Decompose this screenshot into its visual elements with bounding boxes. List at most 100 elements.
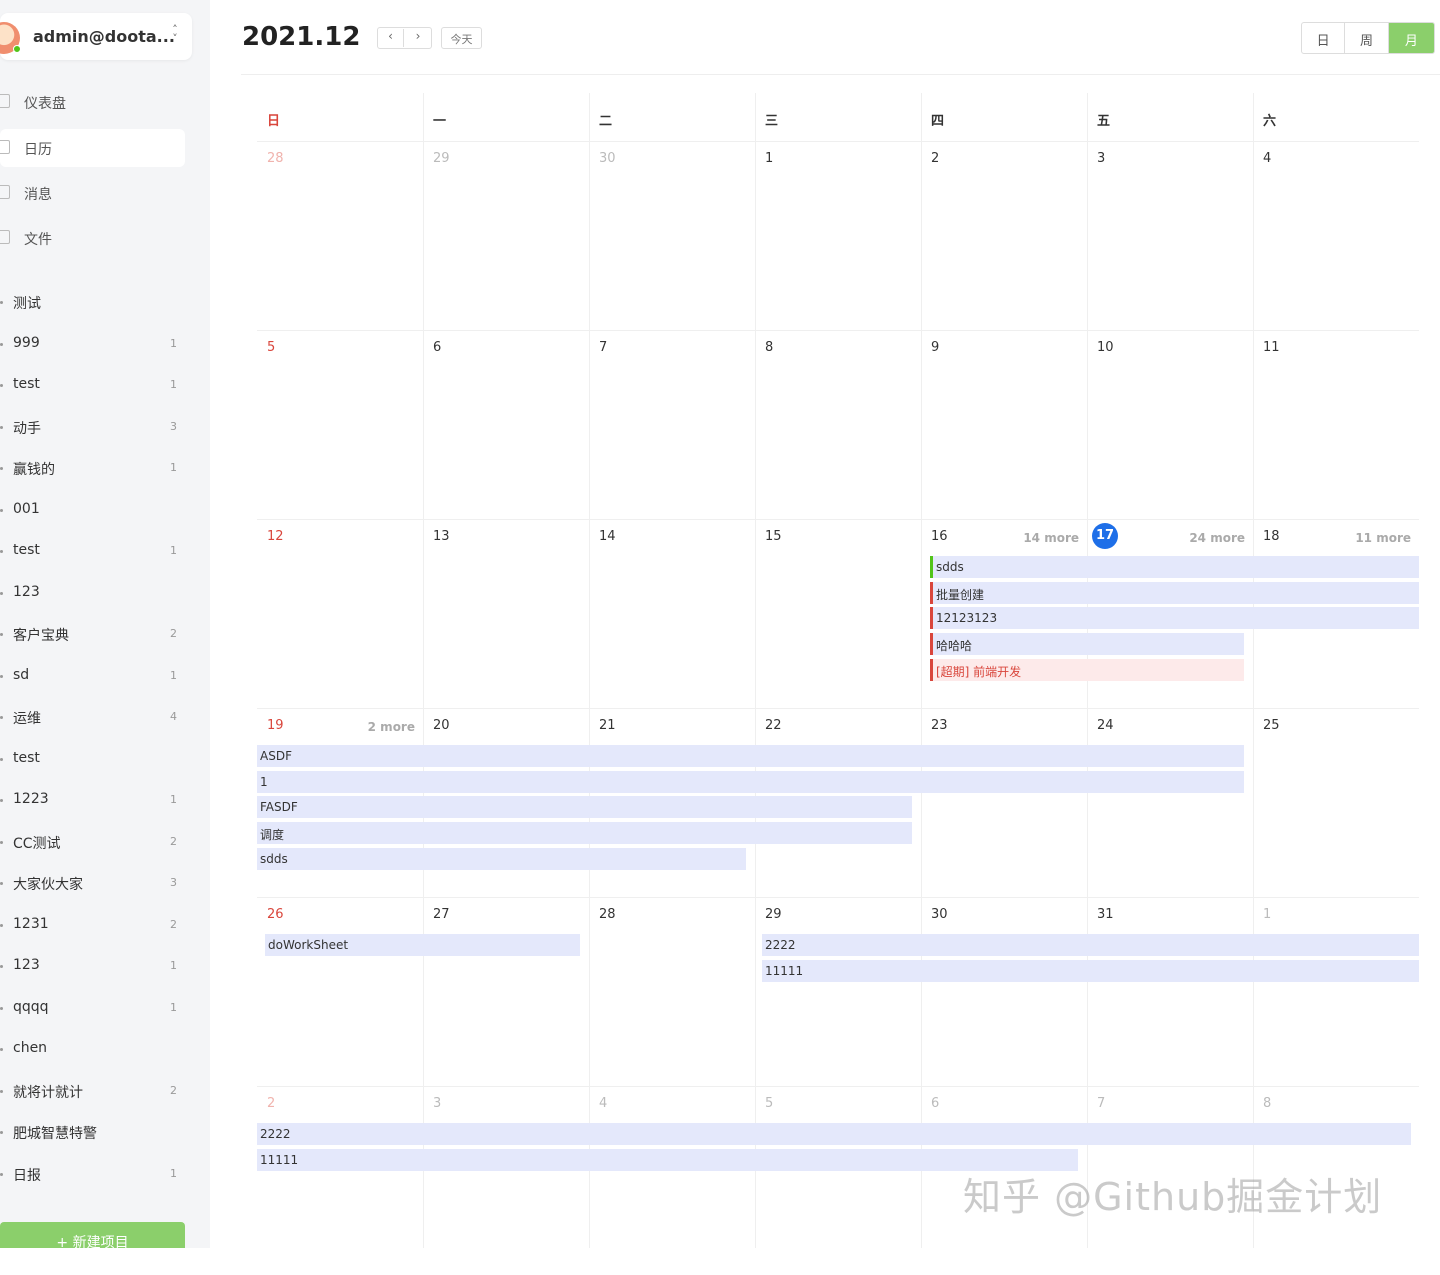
project-item[interactable]: test 1: [0, 536, 185, 566]
more-events-link[interactable]: 11 more: [1355, 531, 1411, 545]
today-button[interactable]: 今天: [441, 27, 482, 49]
day-cell[interactable]: 15: [755, 519, 921, 708]
project-item[interactable]: 大家伙大家 3: [0, 868, 185, 898]
calendar-event[interactable]: 哈哈哈: [930, 633, 1244, 656]
view-week-button[interactable]: 周: [1345, 23, 1389, 53]
day-cell[interactable]: 5: [257, 330, 423, 519]
project-item[interactable]: 测试: [0, 287, 185, 317]
user-switcher[interactable]: admin@doota... ˄ ˅: [0, 13, 192, 60]
day-cell[interactable]: 9: [921, 330, 1087, 519]
project-item[interactable]: 001: [0, 495, 185, 525]
day-number: 24: [1097, 718, 1114, 733]
more-events-link[interactable]: 14 more: [1023, 531, 1079, 545]
day-cell[interactable]: 13: [423, 519, 589, 708]
day-cell[interactable]: 10: [1087, 330, 1253, 519]
project-item[interactable]: 客户宝典 2: [0, 619, 185, 649]
project-item[interactable]: 1231 2: [0, 910, 185, 940]
menu-item-3[interactable]: 文件: [0, 219, 185, 257]
calendar-event[interactable]: 1: [257, 770, 1244, 793]
calendar-event[interactable]: 11111: [762, 959, 1419, 982]
day-cell[interactable]: 28: [257, 141, 423, 330]
project-count: 1: [170, 461, 177, 474]
project-item[interactable]: 运维 4: [0, 702, 185, 732]
project-item[interactable]: 123 1: [0, 951, 185, 981]
day-number: 4: [1263, 151, 1272, 166]
day-cell[interactable]: 8: [755, 330, 921, 519]
day-cell[interactable]: 27: [423, 897, 589, 1086]
day-number: 5: [267, 340, 276, 355]
project-item[interactable]: 肥城智慧特警: [0, 1117, 185, 1147]
day-cell[interactable]: 29: [423, 141, 589, 330]
bullet-icon: [0, 591, 3, 595]
more-events-link[interactable]: 24 more: [1189, 531, 1245, 545]
day-cell[interactable]: 11: [1253, 330, 1419, 519]
menu-item-label: 仪表盘: [24, 96, 66, 112]
project-item[interactable]: 就将计就计 2: [0, 1076, 185, 1106]
online-status-dot: [13, 45, 21, 53]
day-number: 1: [765, 151, 774, 166]
project-item[interactable]: test 1: [0, 370, 185, 400]
calendar-event[interactable]: 2222: [257, 1123, 1411, 1145]
watermark: 知乎 @Github掘金计划: [963, 1175, 1383, 1219]
calendar-event[interactable]: ASDF: [257, 745, 1244, 767]
calendar-event[interactable]: FASDF: [257, 796, 912, 819]
day-cell[interactable]: 31: [1087, 897, 1253, 1086]
project-item[interactable]: 赢钱的 1: [0, 453, 185, 483]
prev-month-button[interactable]: ‹: [378, 29, 404, 47]
menu-item-2[interactable]: 消息: [0, 174, 185, 212]
bullet-icon: [0, 467, 3, 470]
chevron-updown-icon[interactable]: ˄ ˅: [168, 24, 182, 44]
calendar-event[interactable]: 调度: [257, 822, 912, 845]
project-item[interactable]: 动手 3: [0, 412, 185, 442]
more-events-link[interactable]: 2 more: [368, 720, 415, 734]
day-cell[interactable]: 30: [921, 897, 1087, 1086]
day-cell[interactable]: 3: [423, 1086, 589, 1275]
day-cell[interactable]: 26: [257, 897, 423, 1086]
calendar-event[interactable]: sdds: [930, 556, 1419, 578]
calendar-event[interactable]: doWorkSheet: [265, 934, 580, 956]
calendar-event[interactable]: 2222: [762, 934, 1419, 956]
new-project-button[interactable]: + 新建项目: [0, 1222, 185, 1248]
day-cell[interactable]: 3: [1087, 141, 1253, 330]
view-month-button[interactable]: 月: [1388, 23, 1434, 53]
project-item[interactable]: chen: [0, 1034, 185, 1064]
day-cell[interactable]: 24: [1087, 708, 1253, 897]
day-number: 16: [931, 529, 948, 544]
day-cell[interactable]: 2: [257, 1086, 423, 1275]
day-cell[interactable]: 30: [589, 141, 755, 330]
bullet-icon: [0, 882, 3, 885]
project-item[interactable]: 123: [0, 578, 185, 608]
bullet-icon: [0, 508, 3, 512]
calendar-event[interactable]: 12123123: [930, 607, 1419, 630]
project-item[interactable]: 999 1: [0, 329, 185, 359]
day-cell[interactable]: 2: [921, 141, 1087, 330]
project-item[interactable]: CC测试 2: [0, 827, 185, 857]
day-cell[interactable]: 1: [1253, 897, 1419, 1086]
project-item[interactable]: qqqq 1: [0, 993, 185, 1023]
day-cell[interactable]: 12: [257, 519, 423, 708]
day-cell[interactable]: 25: [1253, 708, 1419, 897]
day-cell[interactable]: 1: [755, 141, 921, 330]
day-cell[interactable]: 5: [755, 1086, 921, 1275]
view-day-button[interactable]: 日: [1302, 23, 1346, 53]
calendar-event[interactable]: 批量创建: [930, 581, 1419, 604]
menu-item-0[interactable]: 仪表盘: [0, 83, 185, 121]
day-cell[interactable]: 4: [1253, 141, 1419, 330]
project-item[interactable]: test: [0, 744, 185, 774]
project-item[interactable]: 1223 1: [0, 785, 185, 815]
next-month-button[interactable]: ›: [405, 29, 431, 47]
day-cell[interactable]: 23: [921, 708, 1087, 897]
bullet-icon: [0, 425, 3, 429]
day-cell[interactable]: 4: [589, 1086, 755, 1275]
calendar-event[interactable]: [超期] 前端开发: [930, 658, 1244, 681]
day-cell[interactable]: 6: [423, 330, 589, 519]
calendar-event[interactable]: sdds: [257, 847, 746, 870]
day-cell[interactable]: 28: [589, 897, 755, 1086]
day-cell[interactable]: 7: [589, 330, 755, 519]
project-item[interactable]: sd 1: [0, 661, 185, 691]
project-item[interactable]: 日报 1: [0, 1159, 185, 1189]
menu-item-1[interactable]: 日历: [0, 129, 185, 167]
day-cell[interactable]: 29: [755, 897, 921, 1086]
calendar-event[interactable]: 11111: [257, 1148, 1078, 1171]
day-cell[interactable]: 14: [589, 519, 755, 708]
